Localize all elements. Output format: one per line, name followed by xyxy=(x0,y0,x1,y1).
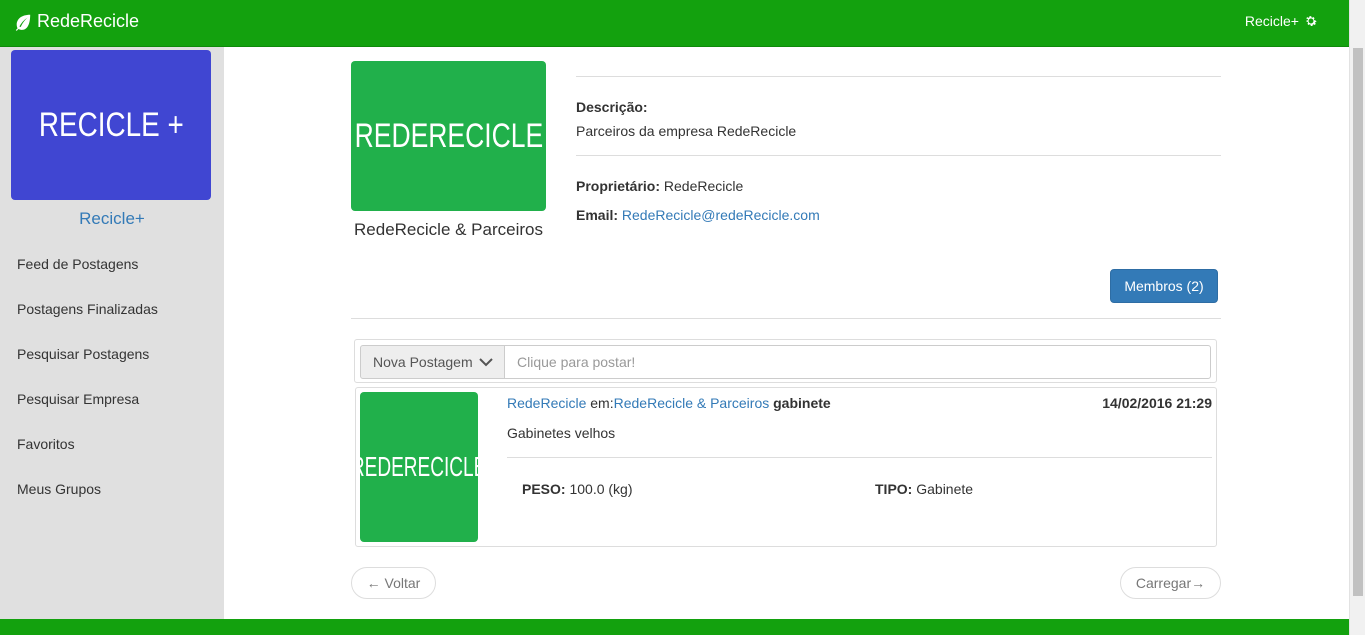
weight-label: PESO: xyxy=(522,481,566,497)
weight-value: 100.0 (kg) xyxy=(569,481,633,497)
post-type-label: Nova Postagem xyxy=(373,354,473,370)
divider xyxy=(507,457,1212,458)
post-weight: PESO: 100.0 (kg) xyxy=(522,481,633,497)
sidebar-item-search-company[interactable]: Pesquisar Empresa xyxy=(0,387,224,432)
sidebar-item-finalized-posts[interactable]: Postagens Finalizadas xyxy=(0,297,224,342)
gear-icon xyxy=(1306,16,1317,26)
divider xyxy=(351,318,1221,319)
group-details: Descrição: Parceiros da empresa RedeReci… xyxy=(576,76,1221,223)
footer xyxy=(0,619,1349,635)
post-type: TIPO: Gabinete xyxy=(875,481,973,497)
user-name: Recicle+ xyxy=(1244,13,1299,29)
post-input[interactable] xyxy=(504,345,1211,379)
user-menu[interactable]: Recicle+ xyxy=(1245,13,1318,29)
members-button[interactable]: Membros (2) xyxy=(1110,269,1218,303)
brand-name: RedeRecicle xyxy=(37,11,140,31)
owner-label: Proprietário: xyxy=(576,178,661,194)
group-description: Parceiros da empresa RedeRecicle xyxy=(576,123,797,139)
divider xyxy=(576,76,1221,77)
group-logo: REDERECICLE xyxy=(351,61,546,211)
sidebar-item-my-groups[interactable]: Meus Grupos xyxy=(0,477,224,522)
back-button[interactable]: ← Voltar xyxy=(351,567,436,599)
post-image-text: REDERECICLE xyxy=(360,451,478,482)
leaf-icon xyxy=(15,14,31,31)
post-body: Gabinetes velhos xyxy=(507,425,616,441)
company-name-link[interactable]: Recicle+ xyxy=(0,209,224,229)
sidebar-item-search-posts[interactable]: Pesquisar Postagens xyxy=(0,342,224,387)
chevron-down-icon xyxy=(478,358,493,367)
type-value: Gabinete xyxy=(916,481,974,497)
sidebar: RECICLE + Recicle+ Feed de Postagens Pos… xyxy=(0,47,224,619)
post-card: REDERECICLE RedeRecicle em:RedeRecicle &… xyxy=(355,387,1217,547)
post-image: REDERECICLE xyxy=(360,392,478,542)
brand-link[interactable]: RedeRecicle xyxy=(14,11,139,32)
email-link[interactable]: RedeRecicle@redeRecicle.com xyxy=(622,207,820,223)
post-composer: Nova Postagem xyxy=(354,339,1217,383)
owner-row: Proprietário: RedeRecicle xyxy=(576,178,1221,194)
sidebar-item-favorites[interactable]: Favoritos xyxy=(0,432,224,477)
post-type-dropdown[interactable]: Nova Postagem xyxy=(360,345,505,379)
load-more-button[interactable]: Carregar→ xyxy=(1120,567,1221,599)
divider xyxy=(576,155,1221,156)
post-in-label: em: xyxy=(590,395,614,411)
group-name: RedeRecicle & Parceiros xyxy=(354,220,543,239)
top-navbar: RedeRecicle Recicle+ xyxy=(0,0,1349,47)
group-logo-text: REDERECICLE xyxy=(354,116,543,155)
owner-value: RedeRecicle xyxy=(663,178,744,194)
post-author-link[interactable]: RedeRecicle xyxy=(507,395,586,411)
email-label: Email: xyxy=(576,207,619,223)
email-row: Email: RedeRecicle@redeRecicle.com xyxy=(576,207,1221,223)
sidebar-item-feed[interactable]: Feed de Postagens xyxy=(0,252,224,297)
post-header: RedeRecicle em:RedeRecicle & Parceiros g… xyxy=(507,395,831,411)
main-content: REDERECICLE RedeRecicle & Parceiros Desc… xyxy=(224,47,1349,619)
post-group-link[interactable]: RedeRecicle & Parceiros xyxy=(614,395,770,411)
description-heading: Descrição: xyxy=(576,99,648,115)
scrollbar-thumb[interactable] xyxy=(1353,48,1363,596)
page-scrollbar[interactable] xyxy=(1349,0,1365,635)
company-logo[interactable]: RECICLE + xyxy=(11,50,211,200)
sidebar-menu: Feed de Postagens Postagens Finalizadas … xyxy=(0,252,224,522)
type-label: TIPO: xyxy=(875,481,913,497)
company-logo-text: RECICLE + xyxy=(38,105,184,144)
post-title: gabinete xyxy=(773,395,831,411)
post-date: 14/02/2016 21:29 xyxy=(1102,395,1212,411)
